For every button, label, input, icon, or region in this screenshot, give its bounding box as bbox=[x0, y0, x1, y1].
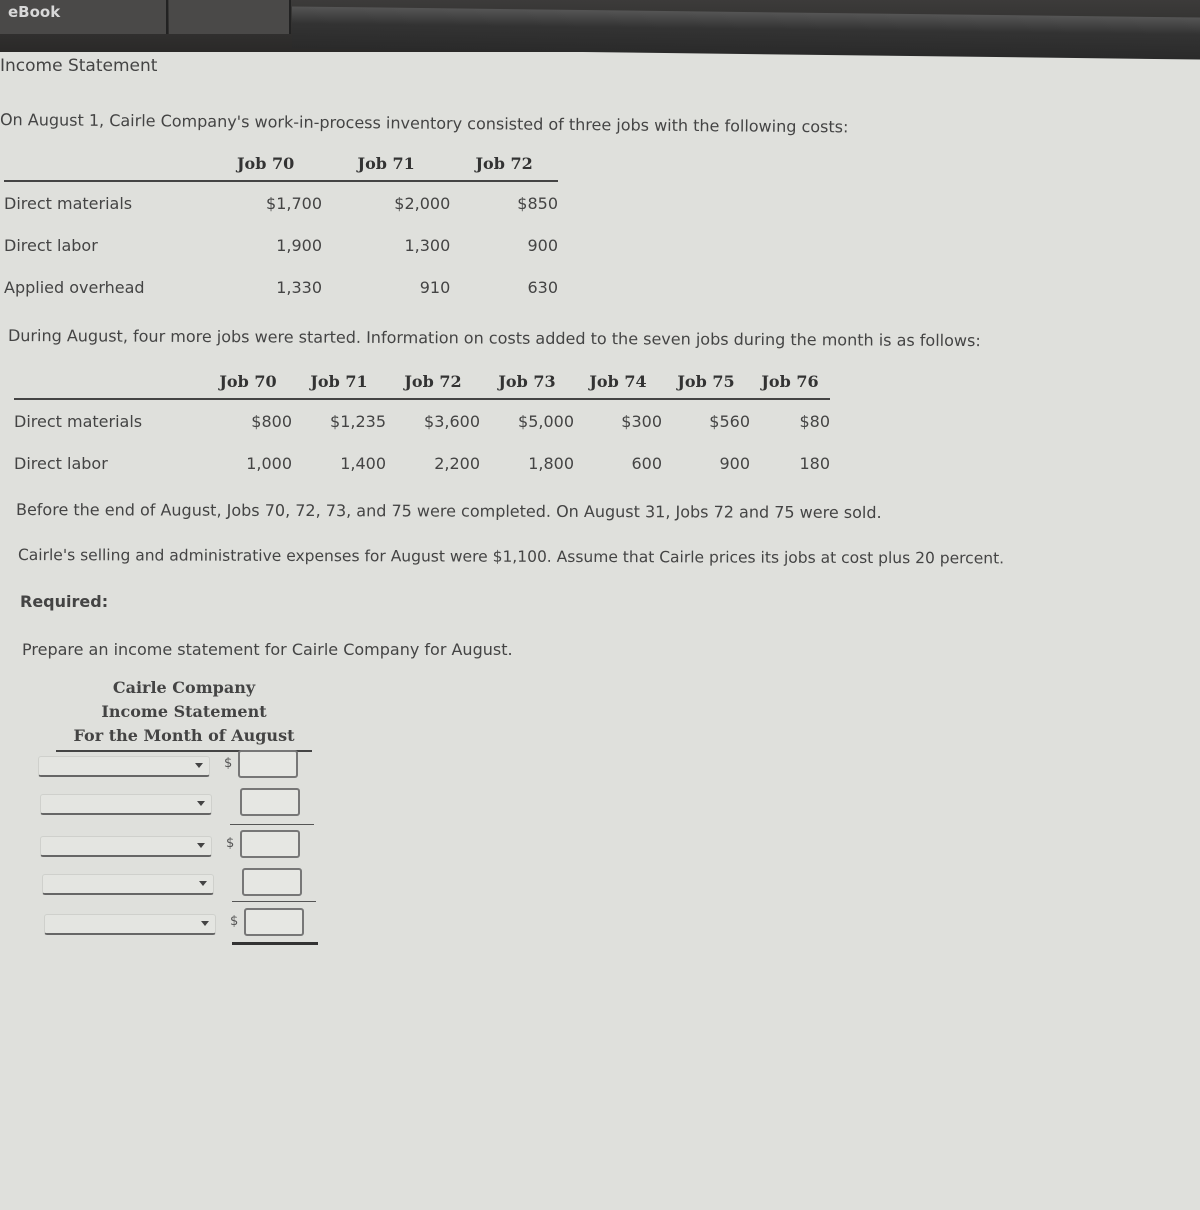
cell: 630 bbox=[527, 277, 558, 297]
statement-row bbox=[42, 868, 322, 898]
subtotal-rule bbox=[230, 824, 314, 825]
statement-heading: Cairle Company Income Statement For the … bbox=[56, 676, 312, 752]
statement-company: Cairle Company bbox=[112, 678, 256, 697]
cell: 1,330 bbox=[276, 277, 323, 297]
row-label: Direct labor bbox=[14, 453, 108, 473]
cell: $5,000 bbox=[518, 411, 574, 431]
table-header-job: Job 74 bbox=[574, 364, 662, 400]
dropdown-arrow-icon bbox=[199, 881, 207, 886]
line-item-select[interactable] bbox=[42, 874, 214, 895]
table-row: Direct materials $1,700 $2,000 $850 bbox=[4, 181, 558, 224]
line-item-select[interactable] bbox=[38, 756, 210, 777]
row-label: Direct labor bbox=[4, 235, 98, 255]
table-header-job: Job 70 bbox=[204, 364, 292, 400]
cell: 910 bbox=[419, 277, 451, 297]
table-header-job: Job 71 bbox=[292, 364, 386, 400]
dollar-sign: $ bbox=[224, 756, 233, 771]
completed-jobs-text: Before the end of August, Jobs 70, 72, 7… bbox=[15, 500, 882, 523]
dropdown-arrow-icon bbox=[197, 843, 205, 848]
table-header-blank bbox=[4, 146, 210, 182]
table-header-job: Job 72 bbox=[450, 146, 558, 182]
dollar-sign: $ bbox=[230, 914, 239, 929]
amount-input[interactable] bbox=[238, 750, 298, 778]
cell: $800 bbox=[251, 411, 292, 431]
cell: 180 bbox=[799, 453, 830, 473]
tab-ebook-label: eBook bbox=[8, 3, 61, 21]
table-row: Direct labor 1,000 1,400 2,200 1,800 600… bbox=[14, 442, 830, 484]
cell: $2,000 bbox=[394, 193, 451, 213]
beginning-wip-table: Job 70 Job 71 Job 72 Direct materials $1… bbox=[4, 146, 558, 308]
cell: $1,235 bbox=[330, 411, 386, 431]
table-header-job: Job 75 bbox=[662, 364, 750, 400]
table-header-job: Job 76 bbox=[750, 364, 830, 400]
statement-row bbox=[40, 788, 320, 818]
table-row: Direct materials $800 $1,235 $3,600 $5,0… bbox=[14, 399, 830, 442]
row-label: Applied overhead bbox=[4, 277, 145, 297]
table-header-job: Job 70 bbox=[209, 146, 323, 182]
dropdown-arrow-icon bbox=[201, 921, 209, 926]
statement-title: Income Statement bbox=[101, 702, 267, 721]
table-header-job: Job 71 bbox=[322, 146, 451, 182]
required-label: Required: bbox=[20, 592, 109, 611]
selling-expenses-text: Cairle's selling and administrative expe… bbox=[17, 546, 1005, 568]
top-bar: eBook bbox=[0, 0, 1200, 60]
cell: 1,000 bbox=[246, 453, 292, 473]
dollar-sign: $ bbox=[226, 836, 235, 851]
august-costs-table: Job 70 Job 71 Job 72 Job 73 Job 74 Job 7… bbox=[14, 364, 830, 484]
cell: $80 bbox=[799, 411, 830, 431]
intro-text: On August 1, Cairle Company's work-in-pr… bbox=[0, 110, 849, 137]
amount-input[interactable] bbox=[242, 868, 302, 896]
row-label: Direct materials bbox=[4, 193, 133, 213]
tab-blank[interactable] bbox=[169, 0, 291, 34]
table-row: Applied overhead 1,330 910 630 bbox=[4, 266, 558, 308]
cell: 1,900 bbox=[276, 235, 323, 255]
line-item-select[interactable] bbox=[40, 794, 212, 815]
cell: 2,200 bbox=[434, 453, 480, 473]
tab-ebook[interactable]: eBook bbox=[0, 0, 168, 34]
table-header-row: Job 70 Job 71 Job 72 Job 73 Job 74 Job 7… bbox=[14, 364, 830, 400]
cell: 900 bbox=[527, 235, 558, 255]
cell: $560 bbox=[709, 411, 750, 431]
section-title: Income Statement bbox=[0, 56, 158, 76]
amount-input[interactable] bbox=[244, 908, 304, 936]
row-label: Direct materials bbox=[14, 411, 143, 431]
cell: $1,700 bbox=[266, 193, 323, 213]
table-header-job: Job 73 bbox=[480, 364, 574, 400]
cell: $3,600 bbox=[424, 411, 480, 431]
statement-row: $ bbox=[44, 908, 324, 938]
line-item-select[interactable] bbox=[40, 836, 212, 857]
line-item-select[interactable] bbox=[44, 914, 216, 935]
dropdown-arrow-icon bbox=[197, 801, 205, 806]
statement-row: $ bbox=[40, 830, 320, 860]
total-double-rule bbox=[232, 942, 318, 945]
problem-content: Income Statement On August 1, Cairle Com… bbox=[0, 52, 1200, 1210]
cell: 900 bbox=[719, 453, 750, 473]
subtotal-rule bbox=[232, 901, 316, 902]
prepare-instruction: Prepare an income statement for Cairle C… bbox=[22, 640, 513, 659]
cell: 600 bbox=[631, 453, 662, 473]
dropdown-arrow-icon bbox=[195, 763, 203, 768]
amount-input[interactable] bbox=[240, 788, 300, 816]
cell: $850 bbox=[517, 193, 558, 213]
table-header-job: Job 72 bbox=[386, 364, 480, 400]
during-august-text: During August, four more jobs were start… bbox=[7, 326, 981, 351]
amount-input[interactable] bbox=[240, 830, 300, 858]
cell: 1,400 bbox=[340, 453, 386, 473]
statement-period: For the Month of August bbox=[73, 726, 295, 745]
table-header-blank bbox=[14, 364, 204, 400]
cell: 1,300 bbox=[404, 235, 451, 255]
statement-row: $ bbox=[38, 750, 318, 780]
cell: 1,800 bbox=[528, 453, 574, 473]
table-row: Direct labor 1,900 1,300 900 bbox=[4, 224, 558, 266]
cell: $300 bbox=[621, 411, 662, 431]
table-header-row: Job 70 Job 71 Job 72 bbox=[4, 146, 558, 182]
